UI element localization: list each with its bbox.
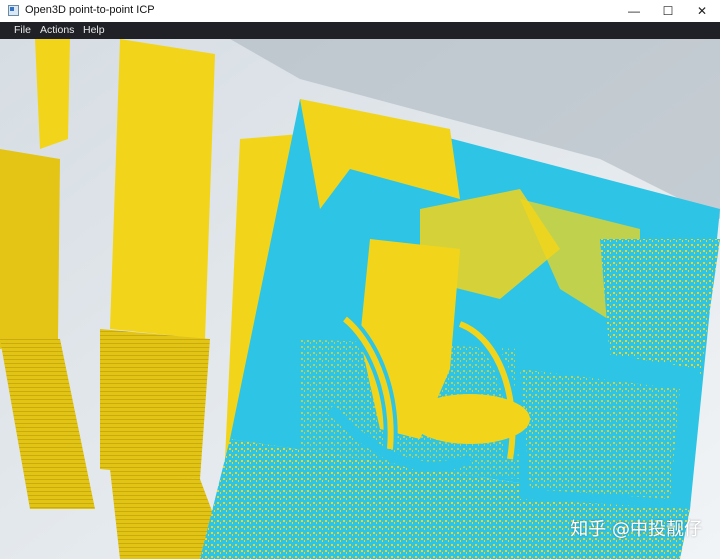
close-button[interactable]: ✕ (685, 0, 719, 22)
minimize-button[interactable]: — (617, 0, 651, 22)
watermark-text: 知乎 @中投靓仔 (570, 519, 702, 540)
3d-viewport[interactable]: 知乎 @中投靓仔 (0, 39, 720, 559)
app-icon (8, 5, 19, 16)
point-cloud-render (0, 39, 720, 559)
menu-file[interactable]: File (14, 24, 31, 36)
menu-actions[interactable]: Actions (40, 24, 74, 36)
menu-help[interactable]: Help (83, 24, 105, 36)
menu-bar: File Actions Help (0, 22, 720, 39)
title-bar: Open3D point-to-point ICP — ☐ ✕ (0, 0, 720, 23)
maximize-button[interactable]: ☐ (651, 0, 685, 22)
window-title: Open3D point-to-point ICP (25, 4, 155, 16)
